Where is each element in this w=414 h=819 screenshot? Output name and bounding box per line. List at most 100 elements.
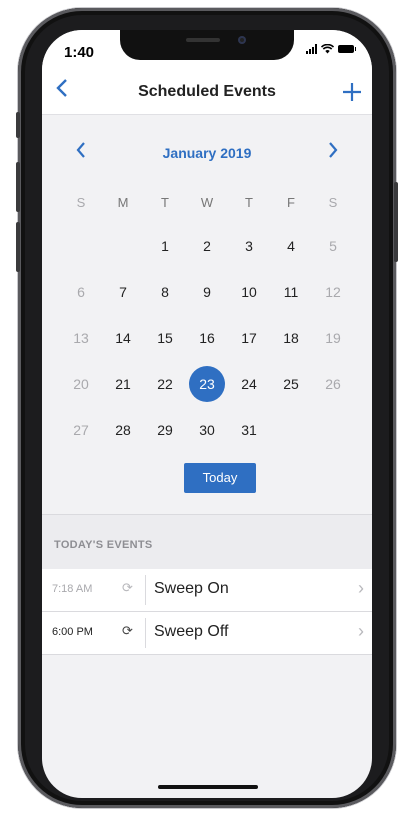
add-event-button[interactable] [342, 74, 362, 109]
calendar-day[interactable]: 16 [186, 322, 228, 368]
calendar-day-selected[interactable]: 23 [186, 366, 228, 414]
calendar-week-row: 6 7 8 9 10 11 12 [60, 276, 354, 322]
calendar-day-number: 14 [115, 330, 131, 346]
calendar-day-number: 11 [283, 284, 299, 300]
weekday-label: F [287, 195, 295, 210]
calendar-day-number: 1 [161, 238, 169, 254]
calendar-day[interactable]: 1 [144, 230, 186, 276]
home-indicator [158, 785, 258, 789]
silent-switch [16, 112, 20, 138]
calendar-day[interactable]: 26 [312, 368, 354, 414]
calendar-day-number: 9 [203, 284, 211, 300]
calendar-day-number: 24 [241, 376, 257, 392]
calendar-day[interactable]: 18 [270, 322, 312, 368]
calendar-day[interactable]: 9 [186, 276, 228, 322]
calendar-day-number: 7 [119, 284, 127, 300]
calendar-day-number: 26 [325, 376, 341, 392]
calendar-day-number: 30 [199, 422, 215, 438]
calendar-week-row: 1 2 3 4 5 [60, 230, 354, 276]
calendar-day[interactable]: 13 [60, 322, 102, 368]
plus-icon [343, 83, 361, 101]
calendar-day-number: 15 [157, 330, 173, 346]
calendar-day[interactable]: 6 [60, 276, 102, 322]
calendar-day[interactable]: 7 [102, 276, 144, 322]
event-row[interactable]: 6:00 PM ⟳ Sweep Off › [42, 612, 372, 655]
calendar-day-number: 27 [73, 422, 89, 438]
calendar-day[interactable]: 27 [60, 414, 102, 460]
calendar-day-number: 19 [325, 330, 341, 346]
calendar-day-number: 4 [287, 238, 295, 254]
calendar-day[interactable]: 31 [228, 414, 270, 460]
calendar-day-number: 5 [329, 238, 337, 254]
notch [120, 30, 294, 60]
calendar-day[interactable]: 30 [186, 414, 228, 460]
battery-icon [338, 45, 356, 53]
weekday-label: T [245, 195, 253, 210]
calendar-day[interactable]: 3 [228, 230, 270, 276]
calendar-day[interactable]: 15 [144, 322, 186, 368]
event-name: Sweep Off [154, 623, 229, 640]
calendar-day-number: 8 [161, 284, 169, 300]
calendar-day-number: 10 [241, 284, 257, 300]
calendar-day-number: 12 [325, 284, 341, 300]
repeat-icon: ⟳ [122, 623, 133, 638]
weekday-label: S [328, 195, 338, 210]
calendar-day[interactable]: 19 [312, 322, 354, 368]
calendar-grid: 1 2 3 4 5 6 7 8 9 10 11 12 13 14 15 16 17 18 19 20 21 22 23 24 2… [60, 230, 354, 460]
calendar-day[interactable]: 2 [186, 230, 228, 276]
calendar-day-number: 17 [241, 330, 257, 346]
calendar-day[interactable]: 22 [144, 368, 186, 414]
calendar-day-number: 3 [245, 238, 253, 254]
speaker [186, 38, 220, 42]
calendar-week-row: 27 28 29 30 31 [60, 414, 354, 460]
next-month-button[interactable] [328, 141, 338, 164]
calendar-day-number: 18 [283, 330, 299, 346]
weekday-label: S [76, 195, 86, 210]
chevron-right-icon [329, 142, 338, 158]
calendar-day-number: 25 [283, 376, 299, 392]
chevron-right-icon: › [358, 578, 364, 598]
calendar-day[interactable]: 4 [270, 230, 312, 276]
calendar-day[interactable]: 29 [144, 414, 186, 460]
calendar-week-row: 20 21 22 23 24 25 26 [60, 366, 354, 414]
calendar-day[interactable]: 11 [270, 276, 312, 322]
event-name: Sweep On [154, 580, 229, 597]
wifi-icon [321, 44, 334, 54]
calendar-day[interactable]: 17 [228, 322, 270, 368]
calendar-day[interactable]: 8 [144, 276, 186, 322]
calendar-day[interactable]: 28 [102, 414, 144, 460]
divider [145, 618, 146, 648]
calendar-day[interactable]: 12 [312, 276, 354, 322]
calendar-day-number: 23 [189, 366, 225, 402]
calendar-empty-cell [270, 414, 312, 460]
calendar-day[interactable]: 21 [102, 368, 144, 414]
calendar-day[interactable]: 24 [228, 368, 270, 414]
event-time: 6:00 PM [52, 626, 93, 638]
page-title: Scheduled Events [138, 83, 276, 100]
event-row[interactable]: 7:18 AM ⟳ Sweep On › [42, 569, 372, 612]
calendar-day[interactable]: 25 [270, 368, 312, 414]
calendar-day[interactable]: 20 [60, 368, 102, 414]
calendar-empty-cell [102, 230, 144, 276]
calendar-day-number: 28 [115, 422, 131, 438]
calendar: January 2019 S M T W T F S 1 2 3 4 5 6 7 8 9 10 11… [42, 115, 372, 514]
weekday-label: W [200, 195, 214, 210]
calendar-day[interactable]: 5 [312, 230, 354, 276]
calendar-day-number: 20 [73, 376, 89, 392]
events-header-label: TODAY'S EVENTS [54, 539, 153, 551]
front-camera [238, 36, 246, 44]
navigation-bar: Scheduled Events [42, 70, 372, 115]
calendar-day[interactable]: 10 [228, 276, 270, 322]
calendar-day[interactable]: 14 [102, 322, 144, 368]
today-button[interactable]: Today [184, 463, 256, 493]
chevron-right-icon: › [358, 621, 364, 641]
repeat-icon: ⟳ [122, 580, 133, 595]
calendar-day-number: 16 [199, 330, 215, 346]
status-icons [306, 44, 356, 54]
calendar-week-row: 13 14 15 16 17 18 19 [60, 322, 354, 368]
signal-icon [306, 44, 317, 54]
events-section-header: TODAY'S EVENTS [42, 514, 372, 569]
volume-down-button [16, 222, 20, 272]
power-button [394, 182, 398, 262]
status-time: 1:40 [64, 44, 95, 61]
